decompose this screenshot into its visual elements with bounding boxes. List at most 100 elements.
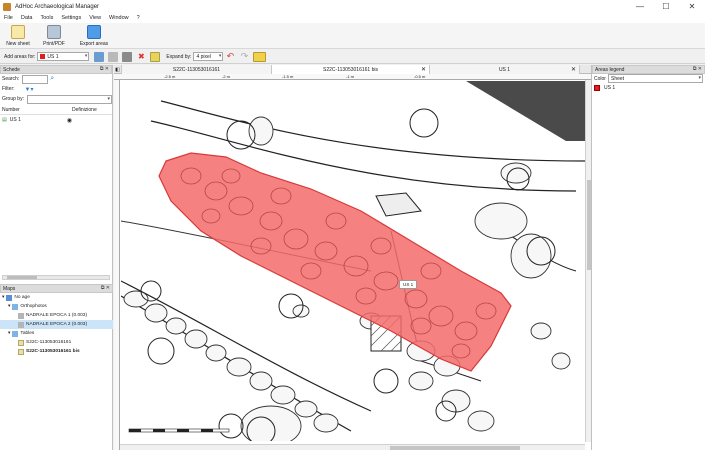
chevron-down-icon: ▾ [698,75,701,81]
filter-label: Filter: [2,86,15,92]
menu-view[interactable]: View [85,15,105,21]
search-icon[interactable]: ⌕ [50,75,54,83]
tree-ortho-item[interactable]: NADRALE EPOCA 1 (0.003) [0,311,113,320]
menu-tools[interactable]: Tools [37,15,58,21]
areas-legend-pane: Areas legend ⧉ ✕ Color Sheet ▾ US 1 [591,65,705,450]
tree-table-item[interactable]: S22C-113053016161 bis [0,347,113,356]
group-by-label: Group by: [2,96,24,102]
globe-icon: ◉ [66,117,72,124]
close-tab-icon[interactable]: ✕ [571,66,576,73]
top-ruler: -2.5 m -2 m -1.5 m -1 m -0.5 m [114,74,591,80]
menu-settings[interactable]: Settings [57,15,85,21]
tab-nav-icon[interactable]: ◧ [114,65,122,74]
ruler-label: -1 m [346,74,354,79]
expand-by-select[interactable]: 4 pixel ▾ [193,52,224,61]
schede-table-header: Number Definizione [0,106,112,115]
panel-float-close-icon[interactable]: ⧉ ✕ [100,66,109,72]
excavation-drawing [121,81,586,441]
maps-panel-header: Maps ⧉ ✕ [0,284,113,293]
tab-s22c-1[interactable]: S22C-113053016161 [122,65,272,74]
delete-area-icon[interactable]: ✖ [136,52,146,62]
menu-file[interactable]: File [0,15,17,21]
tab-s22c-bis[interactable]: S22C-113053016161 bis ✕ [272,65,430,74]
group-by-select[interactable]: ▾ [26,94,112,104]
export-areas-button[interactable]: Export areas [72,23,116,48]
print-pdf-label: Print/PDF [43,41,65,47]
ruler-label: -2 m [222,74,230,79]
horizontal-scrollbar[interactable] [2,275,110,280]
map-view[interactable]: -2.5 m -2 m -1.5 m -1 m -0.5 m US 1 [114,74,591,450]
tab-label: S22C-113053016161 bis [323,66,378,73]
panel-float-close-icon[interactable]: ⧉ ✕ [101,285,110,291]
filter-icon[interactable]: ▼▾ [25,86,34,93]
minimize-button[interactable]: — [627,0,653,13]
maps-title: Maps [3,285,16,292]
tables-folder-icon [12,330,19,337]
copy-area-icon[interactable] [122,51,133,62]
legend-column-row: Color Sheet ▾ [592,74,705,83]
tab-label: US 1 [498,66,511,73]
image-icon [18,312,24,319]
menu-window[interactable]: Window [105,15,133,21]
tree-tables-label: Tables [20,331,35,336]
collapse-icon: ▾ [8,331,11,336]
scroll-thumb[interactable] [390,446,520,450]
table-item-label: S22C-113053016161 bis [26,349,80,354]
close-tab-icon[interactable]: ✕ [421,66,426,73]
tree-orthophotos[interactable]: ▾ Orthophotos [0,302,113,311]
new-sheet-icon [11,25,25,39]
collapse-icon: ▾ [8,304,11,309]
legend-sheet-value: Sheet [611,75,625,82]
sheet-icon: ▤ [2,117,7,123]
ortho-dark-corner [466,81,586,141]
export-areas-icon [87,25,101,39]
area-map-label[interactable]: US 1 [399,280,418,289]
panel-float-close-icon[interactable]: ⧉ ✕ [693,66,702,72]
table-icon [18,339,24,346]
tree-ortho-item[interactable]: NADRALE EPOCA 2 (0.003) [0,320,113,329]
tree-tables[interactable]: ▾ Tables [0,329,113,338]
edit-area-icon[interactable] [108,51,119,62]
search-row: Search: ⌕ [0,74,112,84]
maximize-button[interactable]: ☐ [653,0,679,13]
scroll-thumb[interactable] [7,276,37,279]
col-number-header[interactable]: Number [2,107,72,113]
tree-root[interactable]: ▾ No age [0,293,113,302]
areas-toolbar: Add areas for: US 1 ▾ ✖ Expand by: 4 pix… [0,50,705,64]
table-row[interactable]: ▤ US 1 ◉ [0,115,112,125]
map-horizontal-scrollbar[interactable] [120,444,585,450]
print-pdf-button[interactable]: Print/PDF [36,23,72,48]
legend-sheet-select[interactable]: Sheet ▾ [608,74,703,83]
legend-item[interactable]: US 1 [592,83,705,93]
search-input[interactable] [22,74,49,84]
draw-area-icon[interactable] [94,51,105,62]
menu-data[interactable]: Data [17,15,37,21]
magic-wand-icon[interactable] [150,51,161,62]
tab-us-1[interactable]: US 1 ✕ [430,65,580,74]
window-title: AdHoc Archaeological Manager [15,3,100,10]
new-sheet-label: New sheet [6,41,30,47]
new-sheet-button[interactable]: New sheet [0,23,36,48]
close-window-button[interactable]: ✕ [679,0,705,13]
menu-help[interactable]: ? [133,15,144,21]
redo-icon[interactable]: ↷ [239,51,249,62]
collapse-icon: ▾ [2,295,5,300]
folder-icon [6,294,13,301]
add-areas-label: Add areas for: [4,53,36,60]
add-areas-select[interactable]: US 1 ▾ [37,52,90,61]
tree-table-item[interactable]: S22C-113053016161 [0,338,113,347]
group-by-row: Group by: ▾ [0,94,112,104]
left-ruler [114,80,120,450]
table-icon [18,348,24,355]
area-color-icon[interactable] [253,51,267,62]
ortho-item-label: NADRALE EPOCA 1 (0.003) [26,313,88,318]
window-controls: — ☐ ✕ [627,0,705,13]
undo-icon[interactable]: ↶ [225,51,235,62]
legend-color-swatch [594,85,600,91]
col-definizione-header[interactable]: Definizione [72,107,97,113]
app-icon [3,2,11,11]
table-item-label: S22C-113053016161 [26,340,72,345]
title-bar: AdHoc Archaeological Manager — ☐ ✕ [0,0,705,13]
schede-title: Schede [3,66,20,73]
tree-orthophotos-label: Orthophotos [20,304,47,309]
